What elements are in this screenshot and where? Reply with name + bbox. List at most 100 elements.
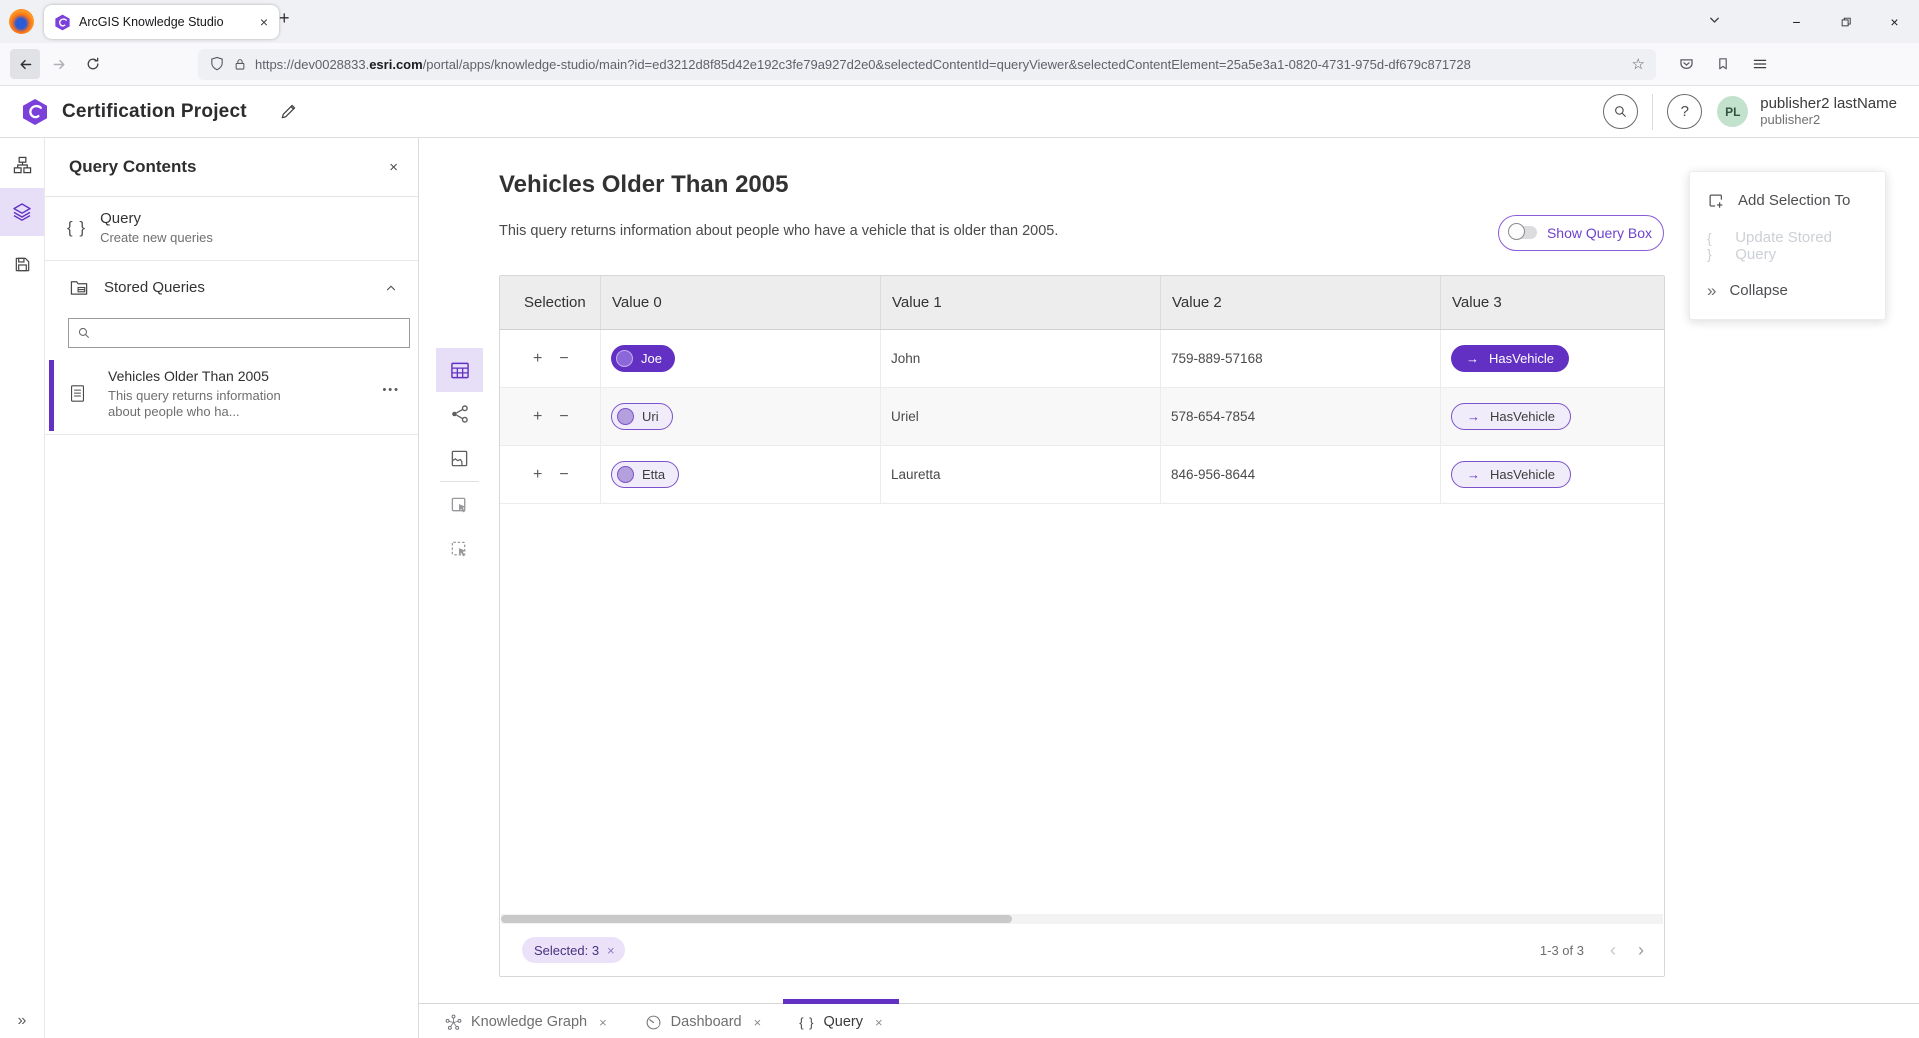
entity-pill[interactable]: Joe bbox=[611, 345, 675, 372]
stored-queries-search[interactable] bbox=[68, 318, 410, 348]
link-chart-view-button[interactable] bbox=[436, 392, 483, 436]
tracking-shield-icon[interactable] bbox=[209, 56, 225, 72]
marquee-select-button[interactable] bbox=[436, 527, 483, 571]
help-button[interactable]: ? bbox=[1667, 94, 1702, 129]
table-view-button[interactable] bbox=[436, 348, 483, 392]
column-header: Value 1 bbox=[881, 276, 1161, 329]
avatar[interactable]: PL bbox=[1717, 96, 1748, 127]
page-title: Vehicles Older Than 2005 bbox=[499, 171, 788, 199]
rail-contents-button[interactable] bbox=[0, 188, 44, 236]
user-menu[interactable]: publisher2 lastName publisher2 bbox=[1760, 95, 1897, 127]
entity-pill[interactable]: Etta bbox=[611, 461, 679, 488]
list-all-tabs-icon[interactable] bbox=[1707, 13, 1722, 28]
edit-title-button[interactable] bbox=[279, 102, 298, 121]
add-to-selection-button[interactable]: + bbox=[533, 409, 542, 425]
relationship-pill[interactable]: →HasVehicle bbox=[1451, 403, 1571, 430]
relationship-label: HasVehicle bbox=[1489, 351, 1554, 366]
entity-pill[interactable]: Uri bbox=[611, 403, 673, 430]
window-restore-button[interactable] bbox=[1821, 0, 1870, 43]
arcgis-knowledge-favicon-icon bbox=[54, 14, 71, 31]
previous-page-icon: ‹ bbox=[1610, 941, 1616, 959]
new-query-item[interactable]: { } Query Create new queries bbox=[45, 197, 418, 261]
selection-context-menu: Add Selection To { } Update Stored Query… bbox=[1689, 171, 1886, 320]
cell-value: 759-889-57168 bbox=[1171, 351, 1263, 366]
bookmark-star-icon[interactable]: ☆ bbox=[1632, 55, 1645, 73]
stored-queries-header[interactable]: Stored Queries bbox=[45, 261, 418, 314]
map-view-button[interactable] bbox=[436, 436, 483, 480]
scrollbar-thumb[interactable] bbox=[501, 915, 1012, 923]
show-query-box-label: Show Query Box bbox=[1547, 225, 1652, 241]
lock-icon[interactable] bbox=[233, 57, 247, 72]
add-selection-icon bbox=[1707, 192, 1725, 210]
avatar-initials: PL bbox=[1725, 105, 1740, 119]
clear-selection-icon[interactable]: × bbox=[607, 943, 615, 958]
restore-icon bbox=[1839, 15, 1853, 29]
tab-label: Query bbox=[824, 1014, 864, 1030]
select-on-map-button[interactable] bbox=[436, 483, 483, 527]
tab-close-icon[interactable]: × bbox=[599, 1015, 607, 1030]
menu-item-add-selection-to[interactable]: Add Selection To bbox=[1690, 178, 1885, 223]
remove-from-selection-button[interactable]: − bbox=[559, 467, 568, 483]
window-close-button[interactable]: × bbox=[1870, 0, 1919, 43]
column-header: Selection bbox=[500, 276, 601, 329]
browser-tab-title: ArcGIS Knowledge Studio bbox=[79, 15, 249, 29]
browser-tab-strip: ArcGIS Knowledge Studio × + − × bbox=[0, 0, 1919, 43]
tab-close-icon[interactable]: × bbox=[875, 1015, 883, 1030]
stored-query-item[interactable]: Vehicles Older Than 2005 This query retu… bbox=[45, 358, 418, 435]
tab-knowledge-graph[interactable]: Knowledge Graph × bbox=[426, 1004, 626, 1038]
remove-from-selection-button[interactable]: − bbox=[559, 351, 568, 367]
rail-data-model-button[interactable] bbox=[0, 145, 44, 185]
url-text: https://dev0028833.esri.com/portal/apps/… bbox=[255, 57, 1624, 72]
expand-rail-button[interactable]: » bbox=[0, 1012, 44, 1030]
new-tab-button[interactable]: + bbox=[279, 8, 290, 29]
layers-icon bbox=[12, 202, 32, 222]
pocket-icon[interactable] bbox=[1672, 50, 1700, 78]
entity-dot-icon bbox=[616, 350, 633, 367]
add-to-selection-button[interactable]: + bbox=[533, 351, 542, 367]
table-empty-space bbox=[500, 504, 1664, 976]
item-options-icon[interactable]: ••• bbox=[382, 384, 400, 396]
arrow-right-icon: → bbox=[1467, 467, 1480, 482]
tab-dashboard[interactable]: Dashboard × bbox=[626, 1004, 781, 1038]
add-to-selection-button[interactable]: + bbox=[533, 467, 542, 483]
library-icon[interactable] bbox=[1709, 50, 1737, 78]
entity-label: Etta bbox=[642, 467, 665, 482]
left-rail: » bbox=[0, 138, 45, 1038]
braces-icon: { } bbox=[799, 1015, 814, 1030]
braces-icon: { } bbox=[67, 218, 86, 238]
relationship-pill[interactable]: →HasVehicle bbox=[1451, 461, 1571, 488]
browser-tab[interactable]: ArcGIS Knowledge Studio × bbox=[44, 5, 279, 39]
show-query-box-toggle[interactable]: Show Query Box bbox=[1498, 215, 1664, 251]
tab-close-icon[interactable]: × bbox=[257, 14, 271, 30]
url-bar[interactable]: https://dev0028833.esri.com/portal/apps/… bbox=[198, 49, 1656, 80]
help-icon: ? bbox=[1681, 103, 1689, 120]
tab-close-icon[interactable]: × bbox=[754, 1015, 762, 1030]
relationship-pill[interactable]: →HasVehicle bbox=[1451, 345, 1569, 372]
query-item-description: Create new queries bbox=[100, 230, 213, 245]
next-page-icon[interactable]: › bbox=[1638, 941, 1644, 959]
app-header: Certification Project ? PL publisher2 la… bbox=[0, 86, 1919, 138]
user-name: publisher2 lastName bbox=[1760, 95, 1897, 112]
menu-hamburger-icon[interactable] bbox=[1746, 50, 1774, 78]
stored-query-title: Vehicles Older Than 2005 bbox=[108, 368, 404, 384]
menu-item-label: Update Stored Query bbox=[1735, 229, 1868, 263]
tab-query[interactable]: { } Query × bbox=[780, 1004, 901, 1038]
firefox-icon[interactable] bbox=[9, 9, 34, 34]
remove-from-selection-button[interactable]: − bbox=[559, 409, 568, 425]
chevron-up-icon bbox=[384, 281, 398, 295]
rail-save-button[interactable] bbox=[0, 244, 44, 284]
search-button[interactable] bbox=[1603, 94, 1638, 129]
panel-close-icon[interactable]: × bbox=[389, 159, 398, 176]
selected-count-chip[interactable]: Selected: 3 × bbox=[522, 937, 625, 963]
braces-icon: { } bbox=[1707, 230, 1722, 262]
menu-item-collapse[interactable]: » Collapse bbox=[1690, 268, 1885, 313]
window-minimize-button[interactable]: − bbox=[1772, 0, 1821, 43]
horizontal-scrollbar[interactable] bbox=[501, 914, 1663, 924]
navbar-actions bbox=[1672, 50, 1774, 78]
back-button[interactable] bbox=[10, 49, 40, 79]
toggle-switch[interactable] bbox=[1510, 226, 1537, 240]
reload-button[interactable] bbox=[78, 49, 108, 79]
search-input[interactable] bbox=[98, 325, 401, 342]
collapse-icon: » bbox=[1707, 281, 1716, 301]
forward-button[interactable] bbox=[44, 49, 74, 79]
